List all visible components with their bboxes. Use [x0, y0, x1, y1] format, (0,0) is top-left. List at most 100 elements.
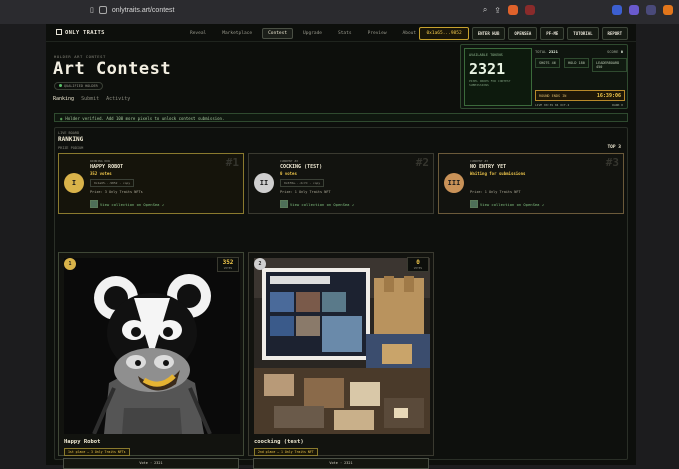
wallet-tag[interactable]: 0x6f8a...2c7d · copy: [280, 179, 325, 187]
podium-card: I WINNING NOW HAPPY ROBOT 352 votes 0x1a…: [58, 153, 244, 214]
logo-text: ONLY TRAITS: [65, 30, 105, 36]
available-caption: PIXEL DROPS FOR CONTEST SUBMISSIONS: [469, 79, 511, 87]
podium-votes: Waiting for submissions: [470, 171, 526, 176]
round-timer: ROUND ENDS IN 16:39:06: [535, 90, 625, 101]
nav-button-enter-hub[interactable]: ENTER HUB: [471, 27, 506, 40]
entry-votes: 0 VOTES: [407, 257, 429, 272]
collection-thumb-icon: [90, 200, 98, 208]
entry-card[interactable]: 2 0 VOTES coocking (test) 2nd place — 1 …: [248, 252, 434, 456]
nav-button-tutorial[interactable]: TUTORIAL: [567, 27, 599, 40]
entry-rank-badge: 2: [254, 258, 266, 270]
podium-rank: #3: [605, 156, 619, 169]
browser-toolbar: ▯ onlytraits.art/contest ⌕ ⇪: [0, 0, 679, 24]
ranking-title: RANKING: [58, 136, 84, 143]
medal-icon: III: [444, 173, 464, 193]
podium-name: NO ENTRY YET: [470, 164, 507, 170]
podium-name: HAPPY ROBOT: [90, 164, 124, 170]
opensea-link[interactable]: View collection on OpenSea ↗: [90, 200, 164, 208]
podium-votes: 352 votes: [90, 171, 112, 176]
medal-icon: I: [64, 173, 84, 193]
podium-place: CURRENT #2: [280, 159, 299, 163]
status-badge: QUALIFIED HOLDER: [54, 82, 103, 90]
medal-icon: II: [254, 173, 274, 193]
podium-rank: #2: [415, 156, 429, 169]
vote-button[interactable]: Vote · 2321: [253, 458, 429, 469]
podium-prize: Prize: 1 Only Traits NFT: [280, 190, 331, 194]
opensea-link[interactable]: View collection on OpenSea ↗: [280, 200, 354, 208]
cooking-test-artwork[interactable]: [254, 258, 430, 434]
check-icon: ◉: [60, 116, 63, 121]
entry-place-tag: 1st place — 3 Only Traits NFTs: [64, 448, 130, 456]
extension-icon[interactable]: [646, 5, 656, 15]
entry-rank-badge: 1: [64, 258, 76, 270]
nav-links: Reveal Marketplace Contest Upgrade Stats Prev…: [184, 28, 422, 39]
contest-page: ONLY TRAITS Reveal Marketplace Contest Upgr…: [46, 24, 636, 469]
stats-panel: AVAILABLE TOKENS 2321 PIXEL DROPS FOR CO…: [460, 44, 628, 109]
holder-notice: ◉ Holder verified. Add 100 more pixels to…: [54, 113, 628, 122]
nav-link-upgrade[interactable]: Upgrade: [297, 28, 328, 39]
available-label: AVAILABLE TOKENS: [469, 53, 503, 57]
stats-footer-right: RANK 0: [612, 103, 623, 107]
address-bar[interactable]: ▯ onlytraits.art/contest: [90, 6, 175, 14]
wallet-tag[interactable]: 0x1a65...9852 · copy: [90, 179, 135, 187]
page-title: Art Contest: [53, 59, 172, 79]
happy-robot-artwork[interactable]: [64, 258, 240, 434]
collection-thumb-icon: [280, 200, 288, 208]
podium-name: COCKING (TEST): [280, 164, 323, 170]
tab-submit[interactable]: Submit: [81, 96, 99, 102]
tab-activity[interactable]: Activity: [106, 96, 130, 102]
collection-thumb-icon: [470, 200, 478, 208]
podium-prize: Prize: 3 Only Traits NFTs: [90, 190, 143, 194]
opensea-link[interactable]: View collection on OpenSea ↗: [470, 200, 544, 208]
top-label: TOP 3: [607, 145, 621, 150]
nav-link-contest[interactable]: Contest: [262, 28, 294, 39]
url-text[interactable]: onlytraits.art/contest: [112, 7, 175, 14]
nav-link-about[interactable]: About: [397, 28, 423, 39]
top-nav: ONLY TRAITS Reveal Marketplace Contest Upgr…: [46, 24, 636, 42]
entry-place-tag: 2nd place — 1 Only Traits NFT: [254, 448, 318, 456]
extension-icon[interactable]: [612, 5, 622, 15]
vote-button[interactable]: Vote · 2321: [63, 458, 239, 469]
nav-actions: 0x1a65...9852 ENTER HUB OPENSEA PF-ME TUTOR…: [419, 27, 628, 40]
rewards-icon[interactable]: [525, 5, 535, 15]
extension-icon[interactable]: [629, 5, 639, 15]
podium-votes: 0 votes: [280, 171, 297, 176]
nav-link-marketplace[interactable]: Marketplace: [216, 28, 258, 39]
nav-button-opensea[interactable]: OPENSEA: [508, 27, 538, 40]
entry-name: Happy Robot: [64, 439, 101, 445]
podium-place: CURRENT #3: [470, 159, 489, 163]
share-icon[interactable]: ⇪: [494, 6, 501, 15]
logo[interactable]: ONLY TRAITS: [56, 29, 105, 36]
available-tokens-box: AVAILABLE TOKENS 2321 PIXEL DROPS FOR CO…: [464, 48, 532, 106]
ranking-section: LIVE BOARD RANKING PRIZE PODIUM TOP 3 I …: [54, 127, 628, 469]
site-settings-icon[interactable]: [98, 6, 107, 14]
entry-name: coocking (test): [254, 439, 304, 445]
nav-button-report[interactable]: REPORT: [601, 27, 628, 40]
nav-link-stats[interactable]: Stats: [332, 28, 358, 39]
tab-ranking[interactable]: Ranking: [53, 96, 74, 102]
podium-prize: Prize: 1 Only Traits NFT: [470, 190, 521, 194]
brave-shield-icon[interactable]: [508, 5, 518, 15]
bookmark-icon[interactable]: ▯: [90, 6, 94, 14]
stat-box: LEADERBOARD 450: [592, 58, 627, 72]
podium-card: III CURRENT #3 NO ENTRY YET Waiting for …: [438, 153, 624, 214]
stat-box: SHOTS 46: [535, 58, 560, 68]
nav-link-preview[interactable]: Preview: [362, 28, 393, 39]
wallet-button[interactable]: 0x1a65...9852: [419, 27, 469, 40]
nav-link-reveal[interactable]: Reveal: [184, 28, 212, 39]
prizes-label: PRIZE PODIUM: [58, 146, 84, 150]
score-stat: SCORE 0: [606, 49, 623, 54]
entry-votes: 352 VOTES: [217, 257, 239, 272]
nav-button-pf-me[interactable]: PF-ME: [540, 27, 565, 40]
ranking-sub: LIVE BOARD: [58, 131, 80, 135]
entry-card[interactable]: 1 352 VOTES Happy Robot 1st place — 3 On…: [58, 252, 244, 456]
podium-rank: #1: [225, 156, 239, 169]
stats-footer-left: LIVE 00:39 04 OCT-2: [535, 103, 570, 107]
podium-place: WINNING NOW: [90, 159, 110, 163]
status-dot-icon: [59, 84, 62, 87]
search-icon[interactable]: ⌕: [483, 5, 487, 15]
available-value: 2321: [469, 60, 506, 78]
metamask-icon[interactable]: [663, 5, 673, 15]
logo-icon: [56, 29, 62, 35]
total-stat: TOTAL 2321: [535, 49, 558, 54]
